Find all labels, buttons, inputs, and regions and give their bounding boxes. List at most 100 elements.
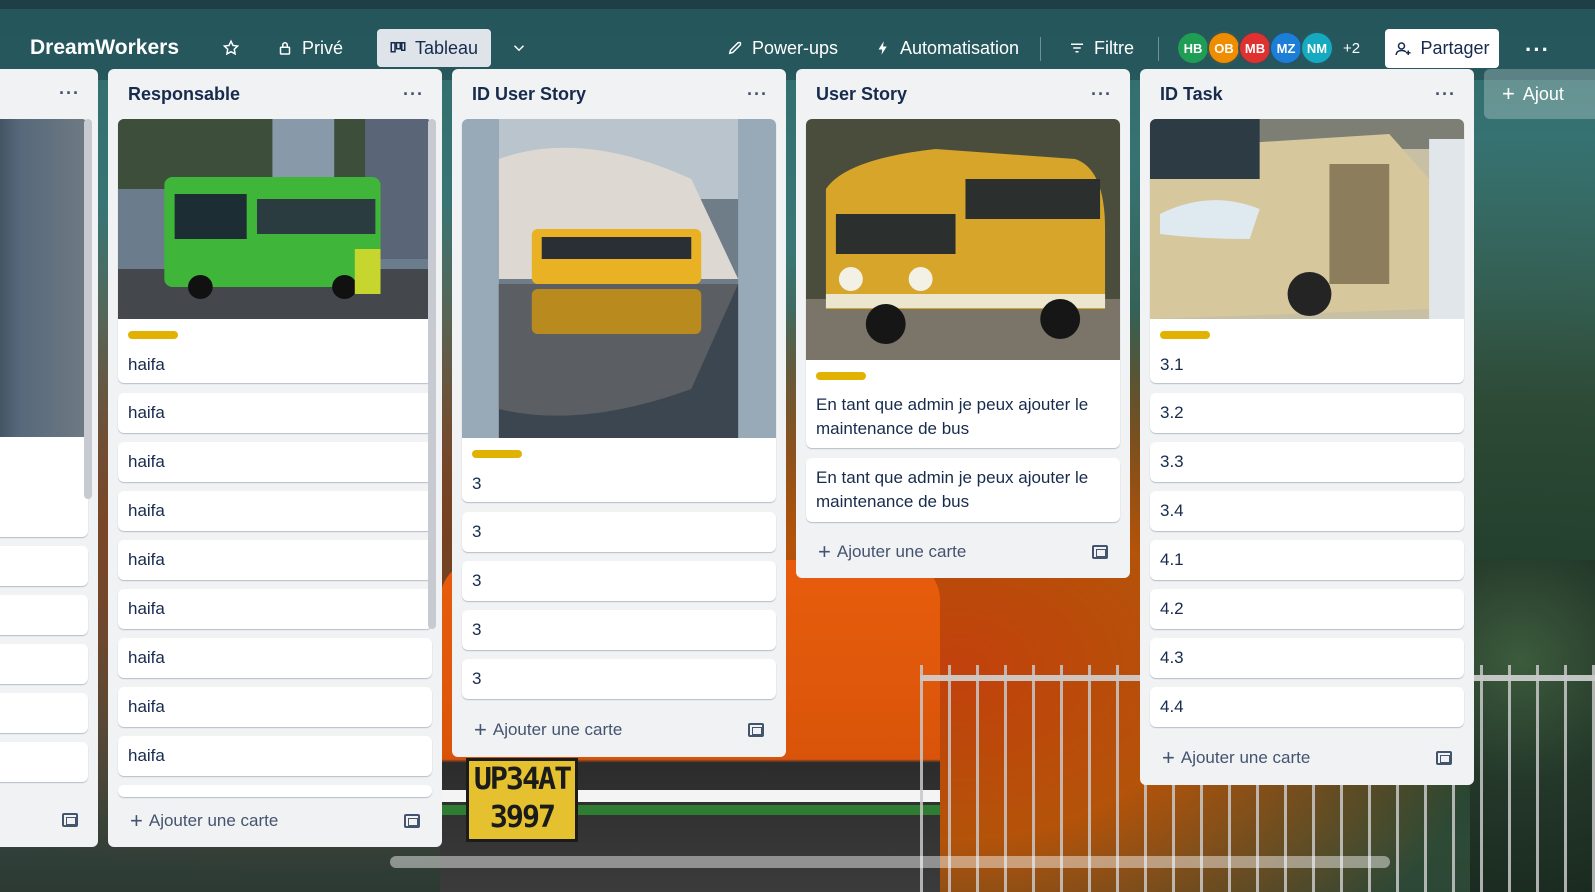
board-title[interactable]: DreamWorkers: [30, 36, 179, 60]
share-button[interactable]: Partager: [1385, 29, 1499, 68]
card-title: En tant que admin je peux ajouter le mai…: [816, 468, 1089, 511]
card[interactable]: haifa: [118, 736, 432, 776]
card-label[interactable]: [816, 372, 866, 380]
powerups-button[interactable]: Power-ups: [714, 29, 850, 67]
template-icon[interactable]: [1436, 751, 1452, 765]
card[interactable]: En tant que admin je peux ajouter le mai…: [806, 119, 1120, 448]
card[interactable]: haifa: [118, 393, 432, 433]
card-title: 4.4: [1160, 697, 1184, 716]
list-title[interactable]: ID Task: [1160, 84, 1223, 105]
card-title: haifa: [128, 403, 165, 422]
template-icon[interactable]: [1092, 545, 1108, 559]
avatar[interactable]: NM: [1300, 31, 1334, 65]
add-card-label: Ajouter une carte: [148, 811, 279, 830]
avatar[interactable]: MZ: [1269, 31, 1303, 65]
card[interactable]: [0, 546, 88, 586]
card[interactable]: 3: [462, 119, 776, 502]
plus-icon: +: [1162, 745, 1175, 770]
card[interactable]: [0, 119, 88, 537]
powerups-label: Power-ups: [752, 37, 839, 58]
list-menu-button[interactable]: ···: [1435, 84, 1456, 105]
list-menu-button[interactable]: ···: [747, 84, 768, 105]
filter-button[interactable]: Filtre: [1056, 29, 1146, 67]
list-responsable: Responsable ··· haifa haifa haifa haifa …: [108, 69, 442, 847]
card[interactable]: haifa: [118, 491, 432, 531]
card[interactable]: haifa: [118, 442, 432, 482]
card[interactable]: 3.4: [1150, 491, 1464, 531]
star-button[interactable]: [210, 29, 252, 67]
card-label[interactable]: [1160, 331, 1210, 339]
chevron-down-icon: [513, 45, 525, 52]
card-title: haifa: [128, 501, 165, 520]
list-partial: ···: [0, 69, 98, 847]
card-title: 3: [472, 571, 482, 590]
view-switcher-button[interactable]: Tableau: [377, 29, 491, 67]
card[interactable]: 3: [462, 512, 776, 552]
list-id-task: ID Task ··· 3.1 3.2 3.3 3.4 4.1 4.2 4.3 …: [1140, 69, 1474, 785]
list-menu-button[interactable]: ···: [1091, 84, 1112, 105]
card[interactable]: [0, 595, 88, 635]
card[interactable]: [118, 785, 432, 797]
star-icon: [222, 39, 240, 56]
visibility-label: Privé: [302, 37, 344, 58]
lightning-icon: [878, 41, 887, 55]
card-title: En tant que admin je peux ajouter le mai…: [816, 395, 1089, 438]
card-title: 3.3: [1160, 452, 1184, 471]
share-label: Partager: [1420, 38, 1490, 58]
card[interactable]: 4.4: [1150, 687, 1464, 727]
automation-button[interactable]: Automatisation: [862, 29, 1031, 67]
card[interactable]: 3: [462, 561, 776, 601]
card-title: 4.3: [1160, 648, 1184, 667]
card[interactable]: En tant que admin je peux ajouter le mai…: [806, 458, 1120, 522]
filter-label: Filtre: [1094, 37, 1134, 58]
card[interactable]: 3.1: [1150, 119, 1464, 383]
list-title[interactable]: ID User Story: [472, 84, 586, 105]
view-dropdown-button[interactable]: [498, 29, 540, 67]
board-horizontal-scrollbar[interactable]: [390, 856, 1390, 868]
view-label: Tableau: [415, 37, 479, 58]
card[interactable]: haifa: [118, 540, 432, 580]
avatar[interactable]: HB: [1176, 31, 1210, 65]
card[interactable]: 3: [462, 659, 776, 699]
card[interactable]: 4.2: [1150, 589, 1464, 629]
add-card-button[interactable]: + Ajouter une carte: [462, 710, 776, 750]
list-scrollbar[interactable]: [84, 119, 92, 499]
card[interactable]: 4.1: [1150, 540, 1464, 580]
list-scrollbar[interactable]: [428, 119, 436, 629]
card[interactable]: [0, 644, 88, 684]
card-title: haifa: [128, 355, 165, 374]
add-card-button[interactable]: + Ajouter une carte: [806, 532, 1120, 572]
add-card-button[interactable]: + Ajouter une carte: [1150, 738, 1464, 778]
add-list-button[interactable]: + Ajout: [1484, 69, 1595, 119]
avatar[interactable]: OB: [1207, 31, 1241, 65]
card[interactable]: haifa: [118, 687, 432, 727]
card[interactable]: haifa: [118, 119, 432, 383]
more-members-count[interactable]: +2: [1343, 40, 1360, 57]
card[interactable]: 3.3: [1150, 442, 1464, 482]
template-icon[interactable]: [404, 814, 420, 828]
add-card-button[interactable]: + Ajouter une carte: [118, 801, 432, 841]
card[interactable]: [0, 693, 88, 733]
card[interactable]: 3.2: [1150, 393, 1464, 433]
avatar[interactable]: MB: [1238, 31, 1272, 65]
board-menu-button[interactable]: ···: [1525, 37, 1550, 63]
card[interactable]: [0, 742, 88, 782]
visibility-button[interactable]: Privé: [264, 29, 355, 67]
card[interactable]: haifa: [118, 638, 432, 678]
card[interactable]: haifa: [118, 589, 432, 629]
card-label[interactable]: [128, 331, 178, 339]
list-title[interactable]: Responsable: [128, 84, 240, 105]
list-menu-button[interactable]: ···: [59, 83, 80, 104]
template-icon[interactable]: [62, 813, 78, 827]
card-title: haifa: [128, 697, 165, 716]
plus-icon: +: [818, 539, 831, 564]
card-cover-image: [462, 119, 776, 438]
header-divider: [1040, 37, 1041, 61]
card[interactable]: 4.3: [1150, 638, 1464, 678]
list-title[interactable]: User Story: [816, 84, 907, 105]
template-icon[interactable]: [748, 723, 764, 737]
card[interactable]: 3: [462, 610, 776, 650]
card-label[interactable]: [472, 450, 522, 458]
member-avatars[interactable]: HB OB MB MZ NM +2: [1176, 31, 1360, 65]
list-menu-button[interactable]: ···: [403, 84, 424, 105]
